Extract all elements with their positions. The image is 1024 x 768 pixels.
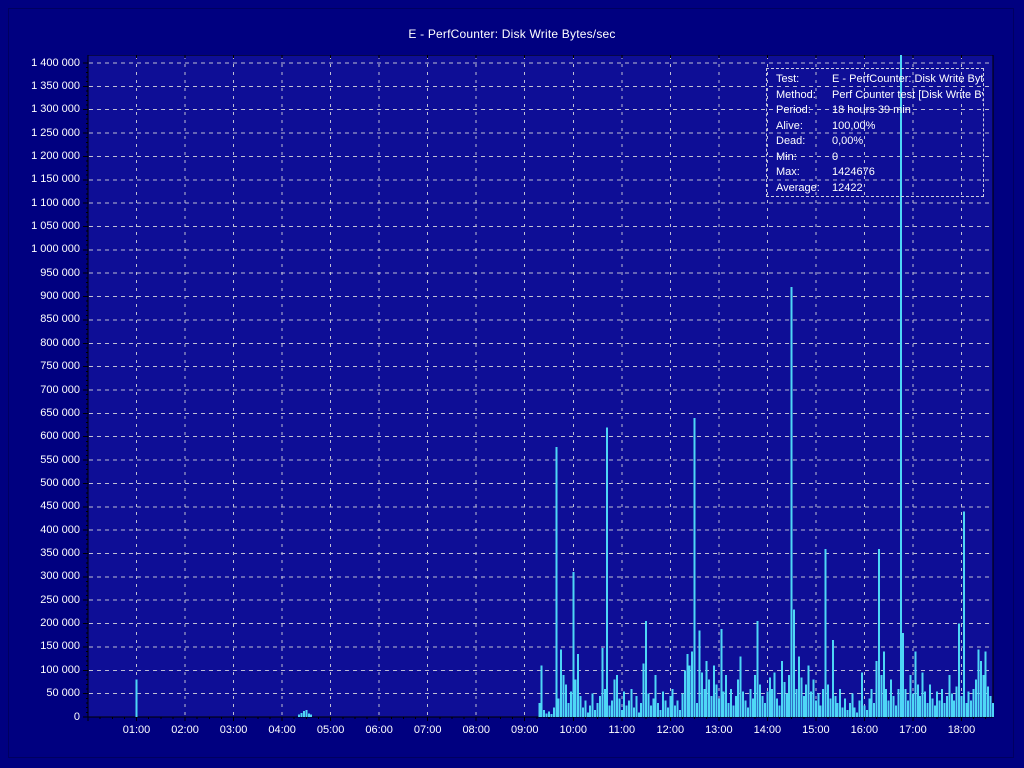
y-axis-label: 450 000 xyxy=(18,501,80,512)
legend-row-value: 0 xyxy=(832,150,983,166)
legend-row-label: Test: xyxy=(776,72,832,88)
y-axis-label: 1 400 000 xyxy=(18,58,80,69)
legend-row-label: Alive: xyxy=(776,119,832,135)
y-axis-label: 300 000 xyxy=(18,571,80,582)
legend-row: Min:0 xyxy=(776,150,983,166)
x-axis-label: 03:00 xyxy=(212,724,256,736)
y-axis-label: 0 xyxy=(18,712,80,723)
x-axis-label: 13:00 xyxy=(697,724,741,736)
y-axis-label: 1 050 000 xyxy=(18,221,80,232)
x-axis-label: 15:00 xyxy=(794,724,838,736)
y-axis-label: 150 000 xyxy=(18,641,80,652)
legend-row: Method:Perf Counter test [Disk Write Byt… xyxy=(776,88,983,104)
legend-row-value: 100,00% xyxy=(832,119,983,135)
y-axis-label: 200 000 xyxy=(18,618,80,629)
legend-row: Alive:100,00% xyxy=(776,119,983,135)
legend-row-label: Min: xyxy=(776,150,832,166)
legend-row-value: 18 hours 39 min xyxy=(832,103,983,119)
legend-row: Dead:0,00% xyxy=(776,134,983,150)
legend-row: Period:18 hours 39 min xyxy=(776,103,983,119)
x-axis-label: 14:00 xyxy=(745,724,789,736)
y-axis-label: 250 000 xyxy=(18,595,80,606)
x-axis-label: 09:00 xyxy=(503,724,547,736)
x-axis-label: 04:00 xyxy=(260,724,304,736)
y-axis-label: 1 150 000 xyxy=(18,174,80,185)
legend-row-value: 1424676 xyxy=(832,165,983,181)
y-axis-label: 700 000 xyxy=(18,385,80,396)
legend-row-value: 12422 xyxy=(832,181,983,197)
y-axis-label: 1 300 000 xyxy=(18,104,80,115)
x-axis-label: 11:00 xyxy=(600,724,644,736)
y-axis-label: 1 100 000 xyxy=(18,198,80,209)
x-axis-label: 01:00 xyxy=(115,724,159,736)
legend-row-value: 0,00% xyxy=(832,134,983,150)
x-axis-label: 12:00 xyxy=(648,724,692,736)
legend-row-label: Average: xyxy=(776,181,832,197)
x-axis-label: 07:00 xyxy=(406,724,450,736)
legend-row-label: Max: xyxy=(776,165,832,181)
y-axis-label: 1 250 000 xyxy=(18,128,80,139)
x-axis-label: 05:00 xyxy=(309,724,353,736)
x-axis-label: 02:00 xyxy=(163,724,207,736)
y-axis-label: 750 000 xyxy=(18,361,80,372)
y-axis-label: 800 000 xyxy=(18,338,80,349)
y-axis-label: 50 000 xyxy=(18,688,80,699)
y-axis-label: 500 000 xyxy=(18,478,80,489)
legend-row-value: Perf Counter test [Disk Write Byte xyxy=(832,88,983,104)
x-axis-label: 06:00 xyxy=(357,724,401,736)
legend-row-label: Dead: xyxy=(776,134,832,150)
legend-row: Test:E - PerfCounter: Disk Write Bytes xyxy=(776,72,983,88)
x-axis-label: 17:00 xyxy=(891,724,935,736)
legend-row-value: E - PerfCounter: Disk Write Bytes xyxy=(832,72,983,88)
y-axis-label: 850 000 xyxy=(18,314,80,325)
perfcounter-chart-window: { "page": { "background": "#000080" }, "… xyxy=(0,0,1024,768)
legend-row: Max:1424676 xyxy=(776,165,983,181)
x-axis-label: 18:00 xyxy=(939,724,983,736)
legend-row-label: Method: xyxy=(776,88,832,104)
y-axis-label: 950 000 xyxy=(18,268,80,279)
y-axis-label: 1 350 000 xyxy=(18,81,80,92)
x-axis-label: 08:00 xyxy=(454,724,498,736)
y-axis-label: 1 200 000 xyxy=(18,151,80,162)
y-axis-label: 600 000 xyxy=(18,431,80,442)
x-axis-label: 16:00 xyxy=(842,724,886,736)
y-axis-label: 350 000 xyxy=(18,548,80,559)
legend-box: Test:E - PerfCounter: Disk Write BytesMe… xyxy=(766,68,984,197)
x-axis-label: 10:00 xyxy=(551,724,595,736)
y-axis-label: 400 000 xyxy=(18,525,80,536)
y-axis-label: 900 000 xyxy=(18,291,80,302)
y-axis-label: 650 000 xyxy=(18,408,80,419)
y-axis-label: 550 000 xyxy=(18,455,80,466)
legend-row: Average:12422 xyxy=(776,181,983,197)
y-axis-label: 1 000 000 xyxy=(18,244,80,255)
legend-row-label: Period: xyxy=(776,103,832,119)
y-axis-label: 100 000 xyxy=(18,665,80,676)
chart-title: E - PerfCounter: Disk Write Bytes/sec xyxy=(0,27,1024,41)
